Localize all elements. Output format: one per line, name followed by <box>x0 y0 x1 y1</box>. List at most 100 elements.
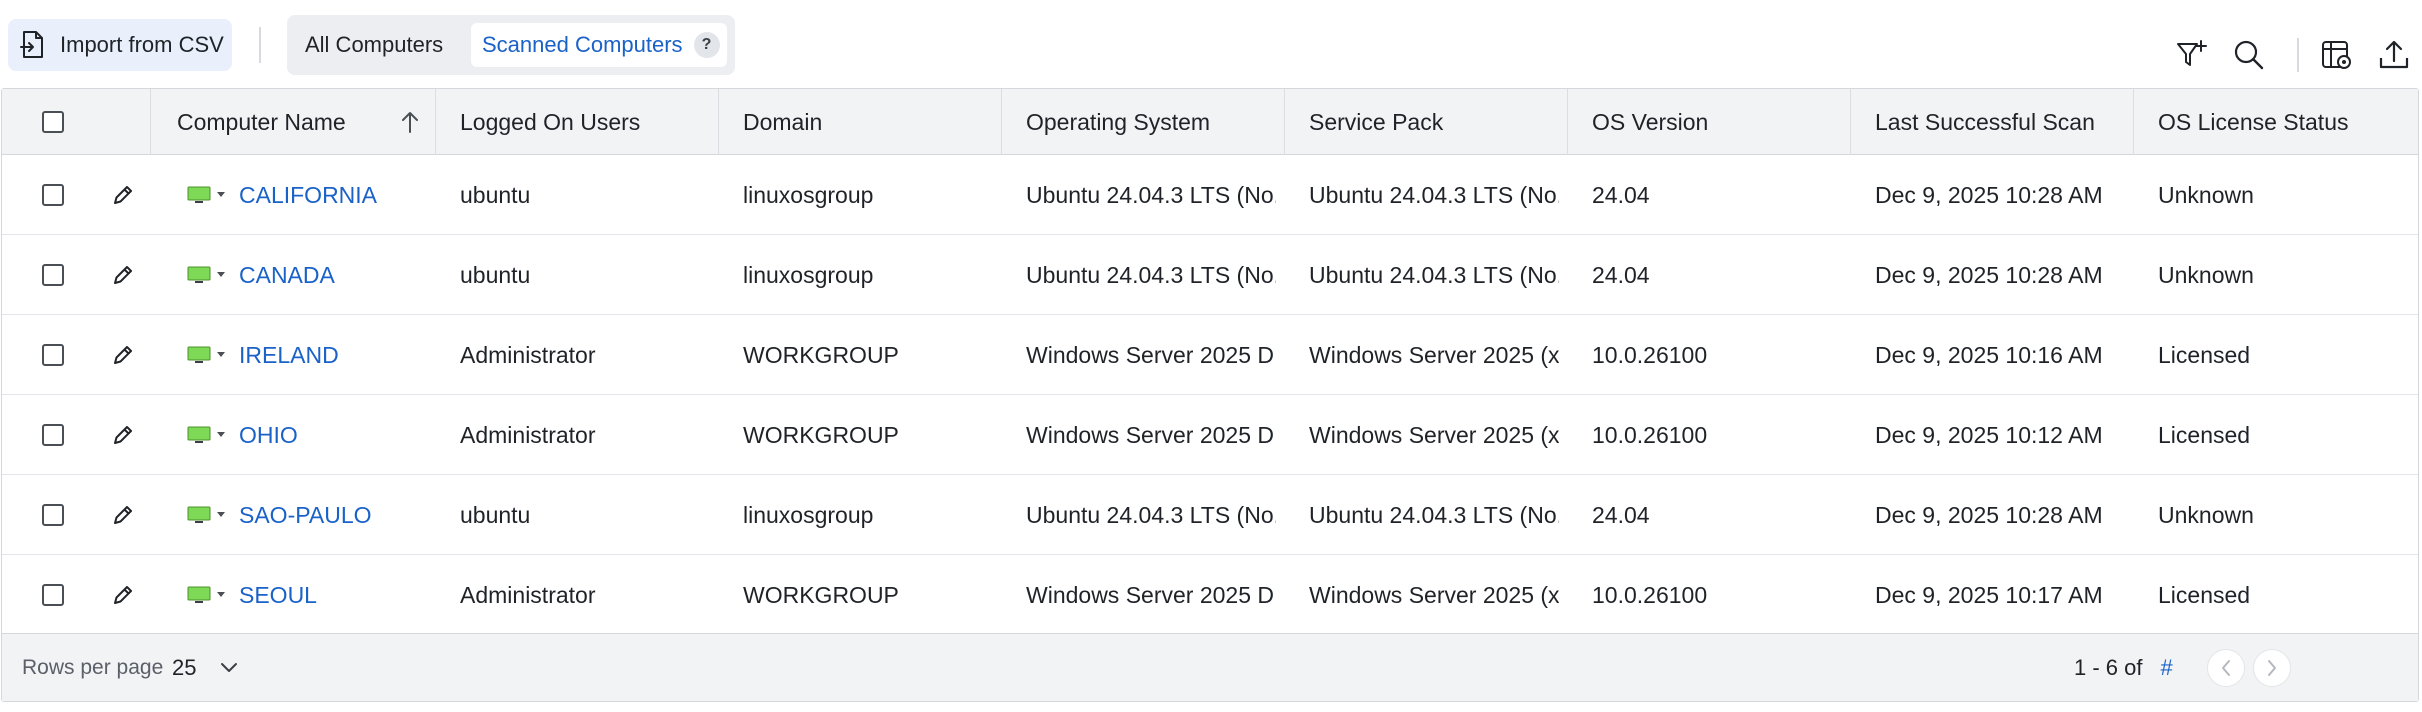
pagination-range: 1 - 6 of <box>2074 655 2143 680</box>
pagination-total-link[interactable]: # <box>2160 655 2172 681</box>
toolbar-divider <box>2297 38 2299 72</box>
select-all-checkbox[interactable] <box>42 111 64 133</box>
row-checkbox-cell <box>42 475 64 555</box>
row-checkbox[interactable] <box>42 504 64 526</box>
computer-name-link[interactable]: OHIO <box>239 422 298 449</box>
computers-table: Computer Name Logged On Users Domain Ope… <box>1 88 2419 702</box>
table-row[interactable]: CANADA ubuntu linuxosgroup Ubuntu 24.04.3 L… <box>2 235 2418 315</box>
computer-icon[interactable] <box>187 505 225 525</box>
edit-icon[interactable] <box>110 235 136 315</box>
edit-icon[interactable] <box>110 475 136 555</box>
edit-icon[interactable] <box>110 315 136 395</box>
edit-icon[interactable] <box>110 395 136 475</box>
search-icon[interactable] <box>2230 36 2268 74</box>
cell-operating-system: Ubuntu 24.04.3 LTS (No... <box>1026 501 1276 528</box>
caret-down-icon <box>217 272 225 278</box>
computer-name-link[interactable]: CANADA <box>239 262 335 289</box>
cell-os-license-status: Unknown <box>2158 261 2254 288</box>
column-divider <box>1284 89 1285 155</box>
cell-service-pack: Windows Server 2025 (x... <box>1309 581 1559 608</box>
cell-last-successful-scan: Dec 9, 2025 10:12 AM <box>1875 421 2103 448</box>
toolbar: Import from CSV All Computers Scanned Co… <box>0 0 2422 90</box>
computer-icon[interactable] <box>187 345 225 365</box>
tab-scanned-computers[interactable]: Scanned Computers ? <box>471 23 727 67</box>
header-domain[interactable]: Domain <box>743 89 822 155</box>
edit-icon[interactable] <box>110 155 136 235</box>
import-file-icon <box>18 30 48 60</box>
computer-name-link[interactable]: CALIFORNIA <box>239 182 377 209</box>
header-computer-name[interactable]: Computer Name <box>177 89 427 155</box>
computer-icon[interactable] <box>187 265 225 285</box>
caret-down-icon <box>217 192 225 198</box>
header-os-license-status[interactable]: OS License Status <box>2158 89 2349 155</box>
caret-down-icon <box>217 432 225 438</box>
view-tabs: All Computers Scanned Computers ? <box>287 15 735 75</box>
computer-icon[interactable] <box>187 585 225 605</box>
export-icon[interactable] <box>2375 36 2413 74</box>
cell-os-version: 24.04 <box>1592 501 1650 528</box>
column-settings-icon[interactable] <box>2318 36 2356 74</box>
table-row[interactable]: IRELAND Administrator WORKGROUP Windows Ser… <box>2 315 2418 395</box>
sort-ascending-icon[interactable] <box>399 110 421 140</box>
computer-icon[interactable] <box>187 425 225 445</box>
cell-computer-name: CALIFORNIA <box>187 155 377 235</box>
column-divider <box>1567 89 1568 155</box>
help-icon[interactable]: ? <box>693 32 720 58</box>
tab-all-computers[interactable]: All Computers <box>305 23 443 67</box>
previous-page-button[interactable] <box>2207 649 2245 687</box>
select-all-checkbox-cell <box>42 89 64 155</box>
cell-operating-system: Ubuntu 24.04.3 LTS (No... <box>1026 181 1276 208</box>
row-checkbox[interactable] <box>42 424 64 446</box>
header-last-successful-scan[interactable]: Last Successful Scan <box>1875 89 2095 155</box>
cell-service-pack: Windows Server 2025 (x... <box>1309 341 1559 368</box>
column-divider <box>718 89 719 155</box>
row-checkbox[interactable] <box>42 584 64 606</box>
column-divider <box>2133 89 2134 155</box>
import-from-csv-button[interactable]: Import from CSV <box>8 19 232 71</box>
row-checkbox[interactable] <box>42 344 64 366</box>
row-checkbox-cell <box>42 395 64 475</box>
pagination-info: 1 - 6 of # <box>2074 634 2173 702</box>
table-row[interactable]: SEOUL Administrator WORKGROUP Windows Serve… <box>2 555 2418 635</box>
next-page-button[interactable] <box>2253 649 2291 687</box>
cell-computer-name: IRELAND <box>187 315 339 395</box>
cell-logged-on-user: Administrator <box>460 341 596 368</box>
row-checkbox-cell <box>42 155 64 235</box>
cell-computer-name: SAO-PAULO <box>187 475 372 555</box>
computer-name-link[interactable]: SAO-PAULO <box>239 502 372 529</box>
header-service-pack[interactable]: Service Pack <box>1309 89 1443 155</box>
cell-os-version: 24.04 <box>1592 181 1650 208</box>
computer-name-link[interactable]: IRELAND <box>239 342 339 369</box>
computer-name-link[interactable]: SEOUL <box>239 582 317 609</box>
cell-last-successful-scan: Dec 9, 2025 10:28 AM <box>1875 501 2103 528</box>
row-checkbox-cell <box>42 315 64 395</box>
table-header: Computer Name Logged On Users Domain Ope… <box>2 89 2418 155</box>
rows-per-page-label: Rows per page <box>22 656 164 679</box>
header-operating-system[interactable]: Operating System <box>1026 89 1210 155</box>
header-os-version[interactable]: OS Version <box>1592 89 1708 155</box>
cell-service-pack: Ubuntu 24.04.3 LTS (No... <box>1309 501 1559 528</box>
cell-computer-name: SEOUL <box>187 555 317 635</box>
cell-logged-on-user: Administrator <box>460 581 596 608</box>
row-checkbox[interactable] <box>42 264 64 286</box>
filter-add-icon[interactable] <box>2173 36 2211 74</box>
cell-last-successful-scan: Dec 9, 2025 10:28 AM <box>1875 181 2103 208</box>
row-checkbox[interactable] <box>42 184 64 206</box>
cell-logged-on-user: ubuntu <box>460 181 531 208</box>
table-row[interactable]: SAO-PAULO ubuntu linuxosgroup Ubuntu 24.04.… <box>2 475 2418 555</box>
cell-operating-system: Windows Server 2025 D... <box>1026 421 1276 448</box>
edit-icon[interactable] <box>110 555 136 635</box>
rows-per-page-select[interactable]: 25 <box>172 648 238 688</box>
cell-domain: WORKGROUP <box>743 581 899 608</box>
cell-computer-name: OHIO <box>187 395 298 475</box>
cell-logged-on-user: Administrator <box>460 421 596 448</box>
cell-operating-system: Windows Server 2025 D... <box>1026 341 1276 368</box>
header-logged-on-users[interactable]: Logged On Users <box>460 89 640 155</box>
cell-domain: linuxosgroup <box>743 501 874 528</box>
cell-os-version: 24.04 <box>1592 261 1650 288</box>
computer-icon[interactable] <box>187 185 225 205</box>
cell-os-license-status: Unknown <box>2158 501 2254 528</box>
table-row[interactable]: CALIFORNIA ubuntu linuxosgroup Ubuntu 24.04… <box>2 155 2418 235</box>
cell-logged-on-user: ubuntu <box>460 501 531 528</box>
table-row[interactable]: OHIO Administrator WORKGROUP Windows Server… <box>2 395 2418 475</box>
